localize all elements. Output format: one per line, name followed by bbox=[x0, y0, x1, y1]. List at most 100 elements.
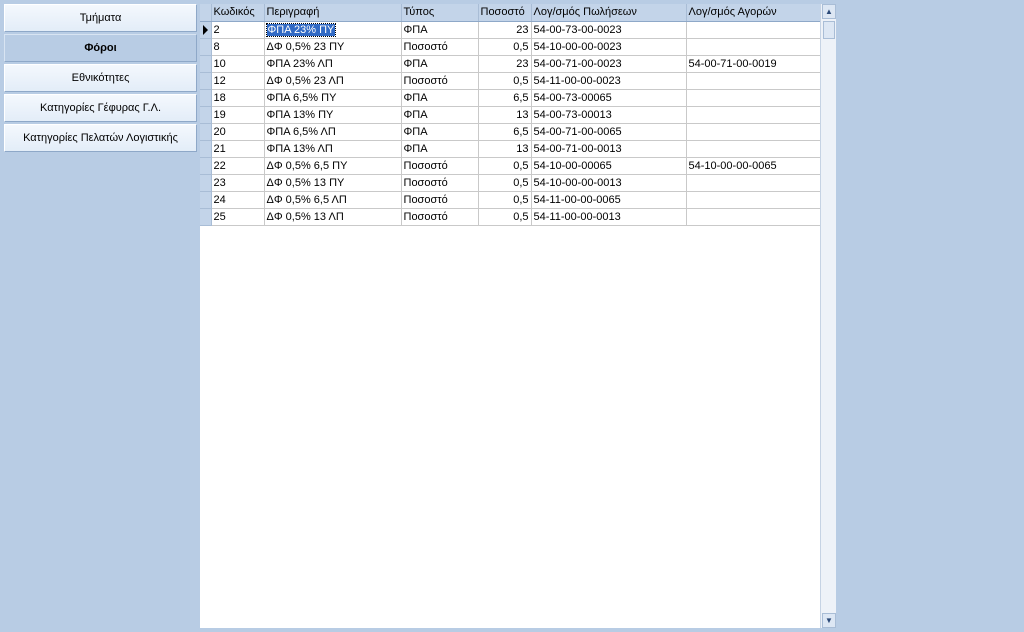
cell-sales-account[interactable]: 54-00-71-00-0065 bbox=[531, 123, 687, 141]
table-row[interactable]: 25 ΔΦ 0,5% 13 ΛΠ Ποσοστό 0,5 54-11-00-00-001… bbox=[200, 208, 821, 226]
cell-rate[interactable]: 0,5 bbox=[478, 38, 532, 56]
cell-purchases-account[interactable] bbox=[686, 174, 821, 192]
cell-rate[interactable]: 6,5 bbox=[478, 89, 532, 107]
cell-description[interactable]: ΔΦ 0,5% 13 ΠΥ bbox=[264, 174, 402, 192]
cell-code[interactable]: 20 bbox=[211, 123, 265, 141]
row-selector[interactable] bbox=[200, 89, 212, 107]
cell-description[interactable]: ΦΠΑ 23% ΠΥ bbox=[264, 21, 402, 39]
cell-sales-account[interactable]: 54-00-73-00-0023 bbox=[531, 21, 687, 39]
cell-purchases-account[interactable] bbox=[686, 21, 821, 39]
cell-description[interactable]: ΦΠΑ 6,5% ΛΠ bbox=[264, 123, 402, 141]
table-row[interactable]: 23 ΔΦ 0,5% 13 ΠΥ Ποσοστό 0,5 54-10-00-00-001… bbox=[200, 174, 821, 192]
cell-type[interactable]: ΦΠΑ bbox=[401, 106, 479, 124]
cell-description[interactable]: ΦΠΑ 13% ΠΥ bbox=[264, 106, 402, 124]
scrollbar-thumb[interactable] bbox=[823, 21, 835, 39]
cell-description[interactable]: ΔΦ 0,5% 6,5 ΠΥ bbox=[264, 157, 402, 175]
cell-rate[interactable]: 0,5 bbox=[478, 72, 532, 90]
cell-sales-account[interactable]: 54-00-71-00-0013 bbox=[531, 140, 687, 158]
cell-sales-account[interactable]: 54-10-00-00065 bbox=[531, 157, 687, 175]
cell-type[interactable]: Ποσοστό bbox=[401, 208, 479, 226]
table-row[interactable]: 18 ΦΠΑ 6,5% ΠΥ ΦΠΑ 6,5 54-00-73-00065 bbox=[200, 89, 821, 107]
cell-rate[interactable]: 0,5 bbox=[478, 157, 532, 175]
column-header-type[interactable]: Τύπος bbox=[401, 4, 479, 22]
cell-type[interactable]: ΦΠΑ bbox=[401, 140, 479, 158]
cell-code[interactable]: 18 bbox=[211, 89, 265, 107]
cell-purchases-account[interactable] bbox=[686, 38, 821, 56]
cell-purchases-account[interactable] bbox=[686, 72, 821, 90]
cell-code[interactable]: 10 bbox=[211, 55, 265, 73]
cell-code[interactable]: 19 bbox=[211, 106, 265, 124]
row-selector[interactable] bbox=[200, 140, 212, 158]
row-selector[interactable] bbox=[200, 191, 212, 209]
cell-description[interactable]: ΔΦ 0,5% 23 ΠΥ bbox=[264, 38, 402, 56]
cell-description[interactable]: ΔΦ 0,5% 6,5 ΛΠ bbox=[264, 191, 402, 209]
cell-purchases-account[interactable] bbox=[686, 123, 821, 141]
cell-code[interactable]: 12 bbox=[211, 72, 265, 90]
row-selector[interactable] bbox=[200, 72, 212, 90]
table-row[interactable]: 20 ΦΠΑ 6,5% ΛΠ ΦΠΑ 6,5 54-00-71-00-0065 bbox=[200, 123, 821, 141]
sidebar-item-departments[interactable]: Τμήματα bbox=[4, 4, 197, 32]
cell-sales-account[interactable]: 54-10-00-00-0013 bbox=[531, 174, 687, 192]
cell-code[interactable]: 21 bbox=[211, 140, 265, 158]
cell-description[interactable]: ΔΦ 0,5% 23 ΛΠ bbox=[264, 72, 402, 90]
cell-type[interactable]: Ποσοστό bbox=[401, 191, 479, 209]
column-header-description[interactable]: Περιγραφή bbox=[264, 4, 402, 22]
cell-type[interactable]: ΦΠΑ bbox=[401, 89, 479, 107]
cell-rate[interactable]: 0,5 bbox=[478, 208, 532, 226]
table-row[interactable]: 2 ΦΠΑ 23% ΠΥ ΦΠΑ 23 54-00-73-00-0023 bbox=[200, 21, 821, 39]
cell-sales-account[interactable]: 54-00-71-00-0023 bbox=[531, 55, 687, 73]
row-selector[interactable] bbox=[200, 157, 212, 175]
cell-rate[interactable]: 0,5 bbox=[478, 191, 532, 209]
vertical-scrollbar[interactable]: ▲ ▼ bbox=[820, 4, 836, 628]
cell-description[interactable]: ΔΦ 0,5% 13 ΛΠ bbox=[264, 208, 402, 226]
cell-purchases-account[interactable] bbox=[686, 140, 821, 158]
cell-rate[interactable]: 6,5 bbox=[478, 123, 532, 141]
cell-code[interactable]: 24 bbox=[211, 191, 265, 209]
cell-rate[interactable]: 23 bbox=[478, 21, 532, 39]
sidebar-item-customer-categories[interactable]: Κατηγορίες Πελατών Λογιστικής bbox=[4, 124, 197, 152]
cell-type[interactable]: Ποσοστό bbox=[401, 72, 479, 90]
row-selector[interactable] bbox=[200, 123, 212, 141]
table-row[interactable]: 19 ΦΠΑ 13% ΠΥ ΦΠΑ 13 54-00-73-00013 bbox=[200, 106, 821, 124]
cell-sales-account[interactable]: 54-00-73-00065 bbox=[531, 89, 687, 107]
cell-purchases-account[interactable]: 54-00-71-00-0019 bbox=[686, 55, 821, 73]
row-selector[interactable] bbox=[200, 208, 212, 226]
table-row[interactable]: 10 ΦΠΑ 23% ΛΠ ΦΠΑ 23 54-00-71-00-0023 54-00-7… bbox=[200, 55, 821, 73]
table-row[interactable]: 24 ΔΦ 0,5% 6,5 ΛΠ Ποσοστό 0,5 54-11-00-00-00… bbox=[200, 191, 821, 209]
cell-code[interactable]: 8 bbox=[211, 38, 265, 56]
column-header-rate[interactable]: Ποσοστό bbox=[478, 4, 532, 22]
cell-rate[interactable]: 0,5 bbox=[478, 174, 532, 192]
cell-sales-account[interactable]: 54-00-73-00013 bbox=[531, 106, 687, 124]
table-row[interactable]: 22 ΔΦ 0,5% 6,5 ΠΥ Ποσοστό 0,5 54-10-00-00065… bbox=[200, 157, 821, 175]
cell-sales-account[interactable]: 54-10-00-00-0023 bbox=[531, 38, 687, 56]
cell-type[interactable]: ΦΠΑ bbox=[401, 21, 479, 39]
cell-rate[interactable]: 13 bbox=[478, 106, 532, 124]
table-row[interactable]: 12 ΔΦ 0,5% 23 ΛΠ Ποσοστό 0,5 54-11-00-00-002… bbox=[200, 72, 821, 90]
arrow-down-icon[interactable]: ▼ bbox=[822, 613, 836, 628]
cell-type[interactable]: Ποσοστό bbox=[401, 157, 479, 175]
cell-sales-account[interactable]: 54-11-00-00-0013 bbox=[531, 208, 687, 226]
cell-purchases-account[interactable] bbox=[686, 89, 821, 107]
row-selector[interactable] bbox=[200, 106, 212, 124]
row-selector[interactable] bbox=[200, 38, 212, 56]
sidebar-item-nationalities[interactable]: Εθνικότητες bbox=[4, 64, 197, 92]
row-selector[interactable] bbox=[200, 174, 212, 192]
cell-purchases-account[interactable] bbox=[686, 191, 821, 209]
table-row[interactable]: 21 ΦΠΑ 13% ΛΠ ΦΠΑ 13 54-00-71-00-0013 bbox=[200, 140, 821, 158]
cell-description[interactable]: ΦΠΑ 6,5% ΠΥ bbox=[264, 89, 402, 107]
column-header-sales-account[interactable]: Λογ/σμός Πωλήσεων bbox=[531, 4, 687, 22]
cell-purchases-account[interactable] bbox=[686, 106, 821, 124]
column-header-code[interactable]: Κωδικός bbox=[211, 4, 265, 22]
arrow-up-icon[interactable]: ▲ bbox=[822, 4, 836, 19]
sidebar-item-taxes[interactable]: Φόροι bbox=[4, 34, 197, 62]
cell-sales-account[interactable]: 54-11-00-00-0065 bbox=[531, 191, 687, 209]
cell-type[interactable]: Ποσοστό bbox=[401, 174, 479, 192]
sidebar-item-bridge-categories[interactable]: Κατηγορίες Γέφυρας Γ.Λ. bbox=[4, 94, 197, 122]
cell-rate[interactable]: 23 bbox=[478, 55, 532, 73]
cell-description[interactable]: ΦΠΑ 23% ΛΠ bbox=[264, 55, 402, 73]
column-header-purchases-account[interactable]: Λογ/σμός Αγορών bbox=[686, 4, 821, 22]
cell-code[interactable]: 23 bbox=[211, 174, 265, 192]
cell-type[interactable]: ΦΠΑ bbox=[401, 55, 479, 73]
cell-code[interactable]: 25 bbox=[211, 208, 265, 226]
cell-code[interactable]: 2 bbox=[211, 21, 265, 39]
